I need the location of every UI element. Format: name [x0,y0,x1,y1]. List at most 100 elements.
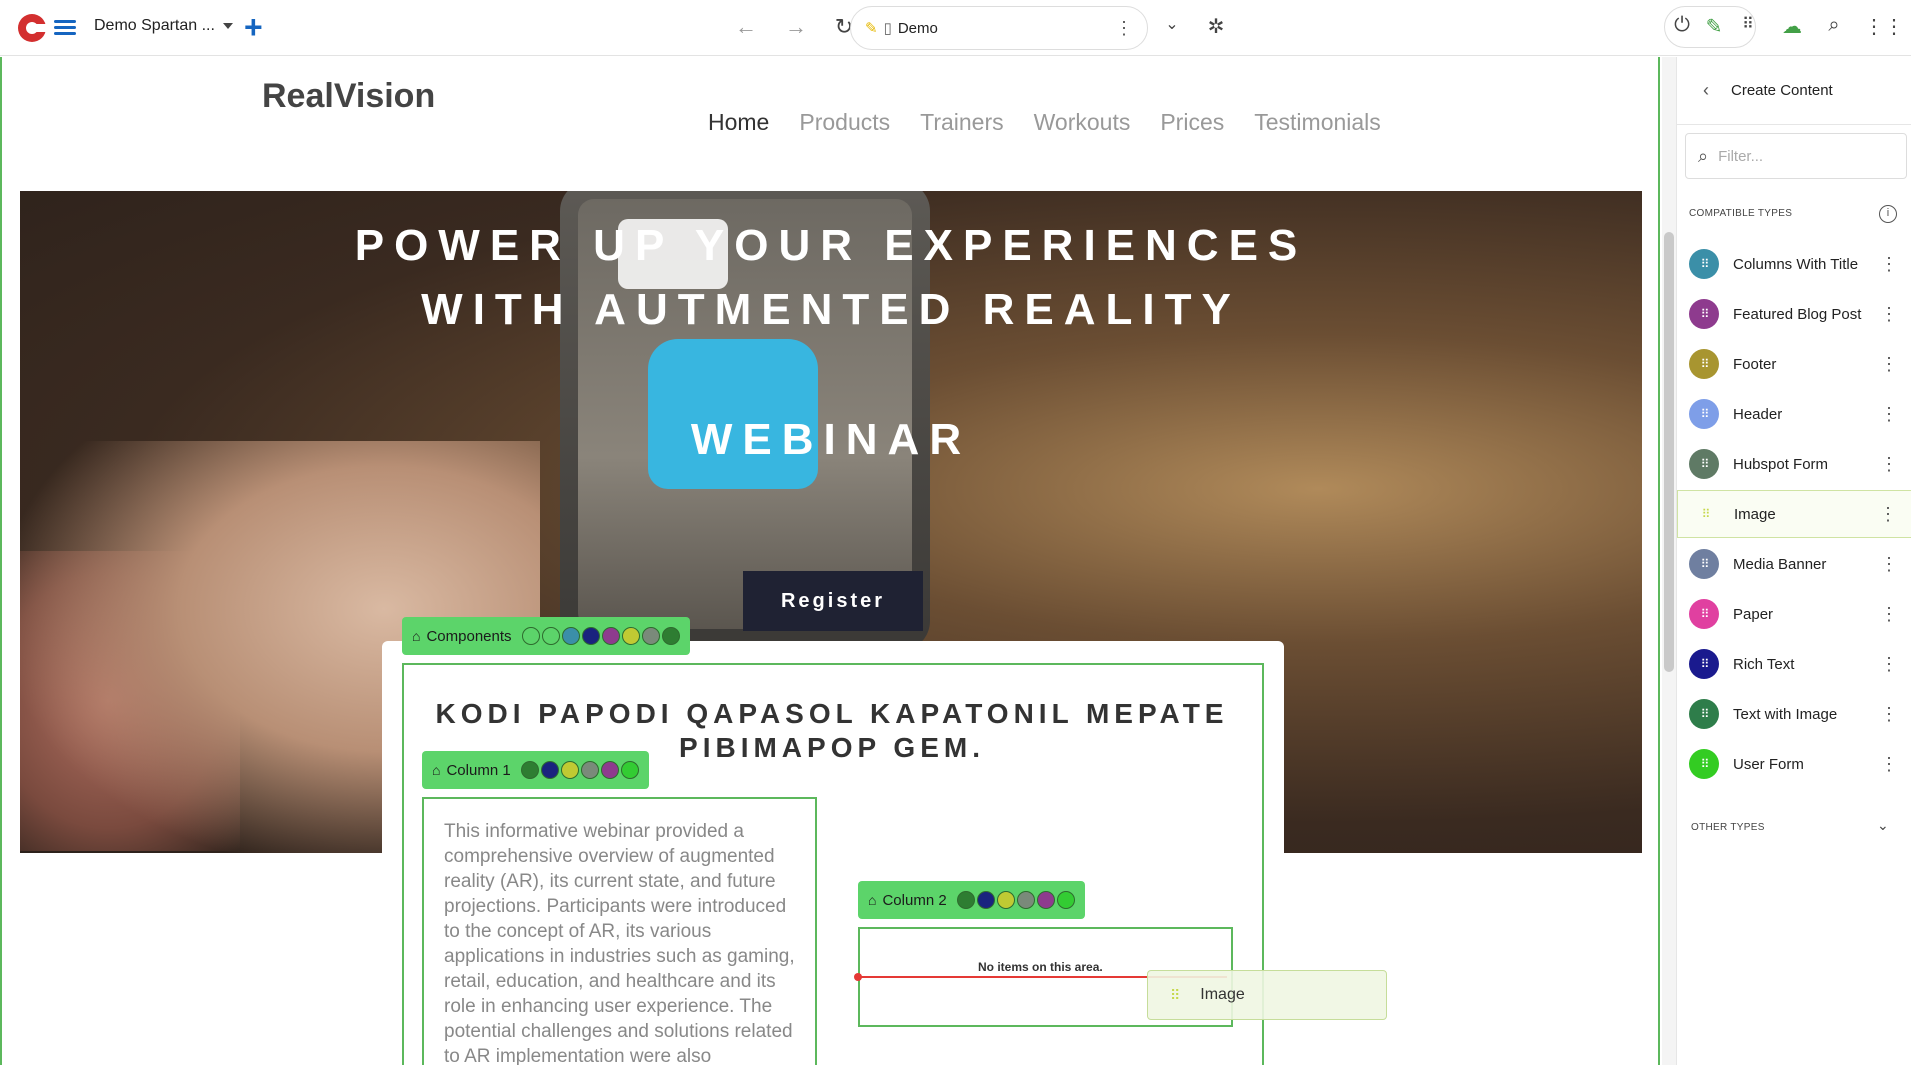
register-button[interactable]: Register [743,571,923,631]
content-type-label: Header [1733,405,1783,423]
nav-products[interactable]: Products [799,109,890,136]
filter-placeholder: Filter... [1718,147,1764,165]
more-options-icon[interactable]: ⋮ [1880,254,1898,275]
drag-grid-icon[interactable]: ⠿ [1734,14,1762,34]
color-dot [560,761,579,779]
page-editor-canvas: RealVision Home Products Trainers Workou… [0,57,1660,1065]
edit-icon[interactable]: ✎ [1700,14,1728,39]
drag-handle-icon: ⠿ [1689,649,1719,679]
site-brand[interactable]: RealVision [262,77,435,116]
color-dot [521,627,540,645]
nav-workouts[interactable]: Workouts [1034,109,1131,136]
scrollbar-thumb[interactable] [1664,232,1674,672]
more-options-icon[interactable]: ⋮ [1880,604,1898,625]
more-options-icon[interactable]: ⋮ [1880,304,1898,325]
column1-badge[interactable]: ⌂ Column 1 [422,751,649,789]
add-icon[interactable]: + [244,11,263,43]
more-options-icon[interactable]: ⋮ [1880,654,1898,675]
drag-handle-icon: ⠿ [1689,299,1719,329]
chevron-down-icon[interactable]: ⌄ [1158,14,1186,34]
content-type-item[interactable]: ⠿ Footer ⋮ [1677,340,1911,388]
more-options-icon[interactable]: ⋮ [1880,404,1898,425]
dragging-image-item[interactable]: ⠿ Image [1147,970,1387,1020]
container-icon: ⌂ [432,762,441,778]
chevron-down-icon[interactable]: ⌄ [1877,817,1889,834]
hero-subtitle: WEBINAR [690,415,972,464]
column1-text: This informative webinar provided a comp… [444,821,795,1065]
content-type-item[interactable]: ⠿ Paper ⋮ [1677,590,1911,638]
more-options-icon[interactable]: ⋮ [1880,454,1898,475]
content-type-item[interactable]: ⠿ Header ⋮ [1677,390,1911,438]
editor-scrollbar[interactable] [1662,57,1676,1065]
color-dot [600,761,619,779]
container-icon: ⌂ [412,628,421,644]
drag-item-label: Image [1200,986,1245,1003]
more-options-icon[interactable]: ⋮ [1115,18,1133,39]
components-badge[interactable]: ⌂ Components [402,617,690,655]
more-options-icon[interactable]: ⋮ [1880,554,1898,575]
apps-grid-icon[interactable]: ⋮⋮ [1864,14,1904,39]
color-dot [956,891,975,909]
drag-handle-icon: ⠿ [1701,507,1711,521]
content-type-item[interactable]: ⠿ User Form ⋮ [1677,740,1911,788]
search-icon[interactable]: ⌕ [1820,14,1848,37]
more-options-icon[interactable]: ⋮ [1880,354,1898,375]
info-icon[interactable]: i [1879,205,1897,223]
color-dot [1036,891,1055,909]
forward-icon[interactable]: → [782,14,810,40]
drag-handle-icon: ⠿ [1689,599,1719,629]
back-chevron-icon[interactable]: ‹ [1703,80,1709,101]
content-type-label: User Form [1733,755,1804,773]
drag-handle-icon: ⠿ [1689,249,1719,279]
dotcms-logo-icon[interactable] [14,10,50,46]
drag-handle-icon: ⠿ [1689,399,1719,429]
content-type-label: Paper [1733,605,1774,623]
power-icon[interactable]: ⏻ [1668,14,1696,37]
panel-header: ‹ Create Content [1677,57,1911,125]
content-type-item[interactable]: ⠿ Columns With Title ⋮ [1677,240,1911,288]
search-icon: ⌕ [1698,145,1709,166]
panel-title: Create Content [1731,82,1833,99]
column1-area[interactable]: This informative webinar provided a comp… [422,797,817,1065]
more-options-icon[interactable]: ⋮ [1879,504,1897,525]
color-dot [996,891,1015,909]
color-dot [580,761,599,779]
content-type-label: Featured Blog Post [1733,305,1862,323]
site-selector-label: Demo Spartan ... [94,17,215,34]
more-options-icon[interactable]: ⋮ [1880,754,1898,775]
other-types-label: OTHER TYPES [1691,822,1765,833]
column2-badge[interactable]: ⌂ Column 2 [858,881,1085,919]
drag-handle-icon: ⠿ [1689,449,1719,479]
color-dot [1016,891,1035,909]
content-type-item[interactable]: ⠿ Rich Text ⋮ [1677,640,1911,688]
more-options-icon[interactable]: ⋮ [1880,704,1898,725]
color-dot [620,761,639,779]
nav-home[interactable]: Home [708,109,769,136]
nav-trainers[interactable]: Trainers [920,109,1004,136]
nav-testimonials[interactable]: Testimonials [1254,109,1381,136]
content-type-item[interactable]: ⠿ Media Banner ⋮ [1677,540,1911,588]
publish-cloud-icon[interactable]: ☁ [1778,14,1806,39]
content-type-label: Rich Text [1733,655,1795,673]
drag-handle-icon: ⠿ [1689,349,1719,379]
page-selector[interactable]: ✎ ▯ Demo ⋮ [850,6,1148,50]
content-type-label: Footer [1733,355,1777,373]
page-icon: ▯ [883,20,892,37]
content-type-item[interactable]: ⠿ Image ⋮ [1677,490,1911,538]
ai-assistant-icon[interactable]: ✲ [1202,14,1230,39]
content-type-item[interactable]: ⠿ Featured Blog Post ⋮ [1677,290,1911,338]
nav-prices[interactable]: Prices [1160,109,1224,136]
hero-title-line-2: WITH AUTMENTED REALITY [421,285,1241,334]
filter-input[interactable]: ⌕ Filter... [1685,133,1907,179]
column1-label: Column 1 [446,761,511,779]
drag-handle-icon: ⠿ [1689,699,1719,729]
content-type-item[interactable]: ⠿ Hubspot Form ⋮ [1677,440,1911,488]
content-type-item[interactable]: ⠿ Text with Image ⋮ [1677,690,1911,738]
content-type-label: Media Banner [1733,555,1827,573]
drag-handle-icon: ⠿ [1170,986,1180,1003]
back-icon[interactable]: ← [732,14,760,40]
menu-icon[interactable] [54,17,76,39]
site-selector[interactable]: Demo Spartan ... [94,17,233,35]
color-dot [561,627,580,645]
create-content-panel: ‹ Create Content ⌕ Filter... COMPATIBLE … [1676,57,1911,1065]
